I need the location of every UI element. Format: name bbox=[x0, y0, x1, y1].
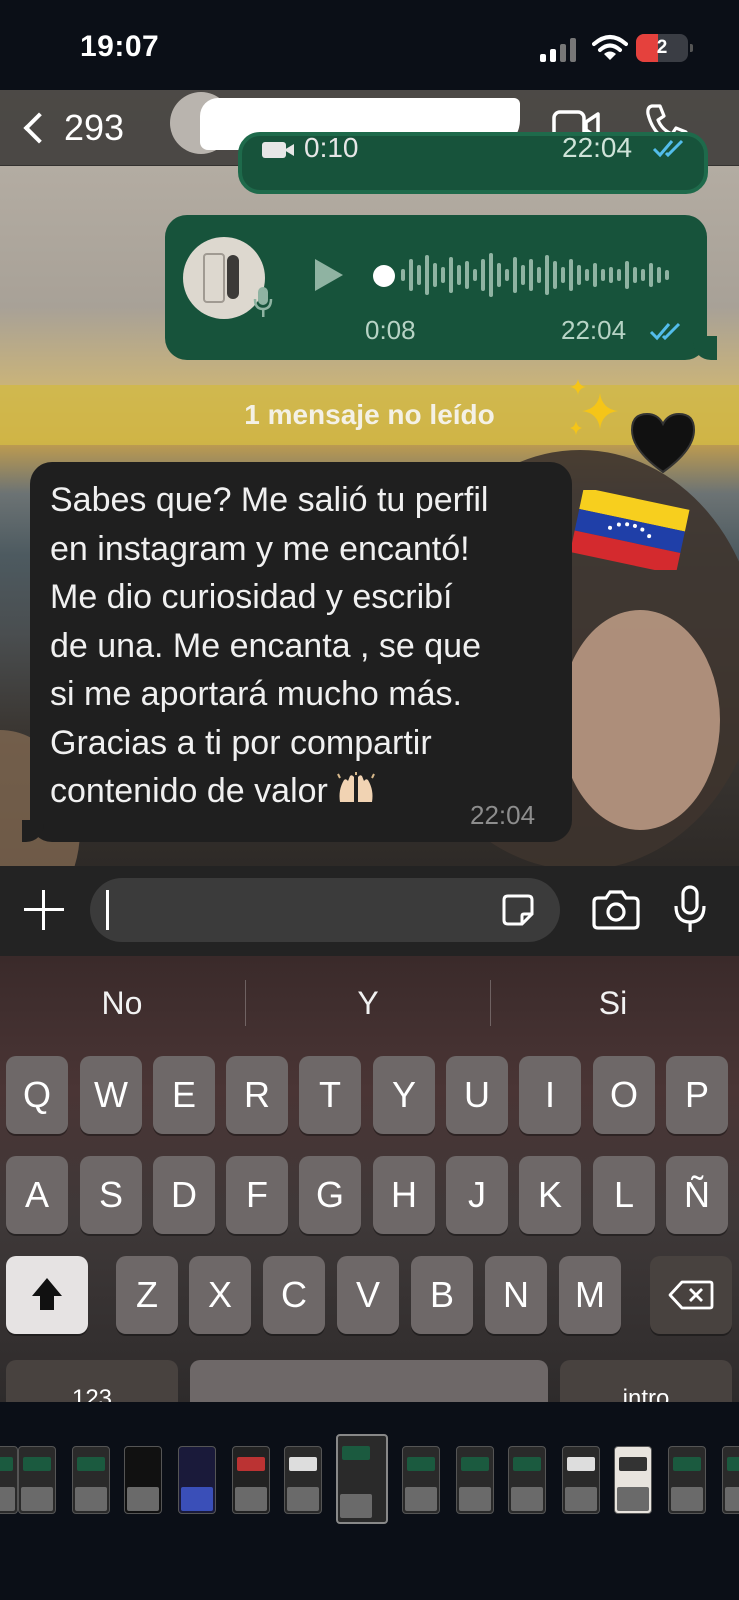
key[interactable]: L bbox=[593, 1156, 655, 1234]
venezuela-flag-icon bbox=[570, 490, 690, 570]
thumbnail[interactable] bbox=[0, 1446, 18, 1514]
shift-key[interactable] bbox=[6, 1256, 88, 1334]
key[interactable]: M bbox=[559, 1256, 621, 1334]
read-ticks-icon bbox=[649, 322, 681, 341]
playback-scrubber[interactable] bbox=[373, 265, 395, 287]
key[interactable]: H bbox=[373, 1156, 435, 1234]
suggestion-2[interactable]: Y bbox=[246, 956, 490, 1050]
status-time: 19:07 bbox=[80, 30, 160, 63]
key[interactable]: B bbox=[411, 1256, 473, 1334]
key[interactable]: Ñ bbox=[666, 1156, 728, 1234]
text-cursor bbox=[106, 890, 109, 930]
thumbnail[interactable] bbox=[284, 1446, 322, 1514]
chat-area[interactable]: 293 0:10 22:04 0:08 22:04 1 mensaje no l… bbox=[0, 90, 739, 866]
key[interactable]: J bbox=[446, 1156, 508, 1234]
status-bar: 19:07 2 bbox=[0, 0, 739, 90]
video-icon bbox=[262, 142, 286, 158]
key[interactable]: D bbox=[153, 1156, 215, 1234]
thumbnail[interactable] bbox=[72, 1446, 110, 1514]
message-time: 22:04 bbox=[470, 800, 536, 830]
incoming-message[interactable]: Sabes que? Me salió tu perfil en instagr… bbox=[22, 462, 572, 842]
thumbnail[interactable] bbox=[668, 1446, 706, 1514]
thumbnail[interactable] bbox=[562, 1446, 600, 1514]
key[interactable]: I bbox=[519, 1056, 581, 1134]
message-time: 22:04 bbox=[562, 132, 633, 163]
thumbnail[interactable] bbox=[402, 1446, 440, 1514]
thumbnail-selected[interactable] bbox=[336, 1434, 388, 1524]
thumbnail[interactable] bbox=[722, 1446, 739, 1514]
microphone-icon[interactable] bbox=[672, 884, 708, 934]
key[interactable]: A bbox=[6, 1156, 68, 1234]
key[interactable]: O bbox=[593, 1056, 655, 1134]
message-input[interactable] bbox=[90, 878, 560, 942]
raising-hands-icon bbox=[336, 772, 375, 802]
return-key[interactable]: intro bbox=[560, 1360, 732, 1402]
backspace-icon bbox=[668, 1280, 714, 1310]
key[interactable]: V bbox=[337, 1256, 399, 1334]
cellular-signal-icon bbox=[540, 38, 580, 62]
screenshot-thumbnail-strip[interactable] bbox=[0, 1402, 739, 1600]
voice-message[interactable]: 0:08 22:04 bbox=[165, 215, 717, 360]
key[interactable]: Q bbox=[6, 1056, 68, 1134]
message-time: 22:04 bbox=[561, 315, 627, 345]
key[interactable]: N bbox=[485, 1256, 547, 1334]
thumbnail[interactable] bbox=[508, 1446, 546, 1514]
sticker-icon[interactable] bbox=[500, 892, 536, 928]
chevron-left-icon bbox=[23, 112, 55, 144]
backspace-key[interactable] bbox=[650, 1256, 732, 1334]
battery-indicator: 2 bbox=[636, 34, 693, 62]
key[interactable]: T bbox=[299, 1056, 361, 1134]
keyboard: No Y Si Q W E R T Y U I O P A S D F G H … bbox=[0, 956, 739, 1402]
video-duration: 0:10 bbox=[304, 132, 359, 163]
key[interactable]: X bbox=[189, 1256, 251, 1334]
key[interactable]: U bbox=[446, 1056, 508, 1134]
audio-waveform[interactable] bbox=[401, 247, 669, 303]
read-ticks-icon bbox=[652, 139, 684, 158]
key[interactable]: K bbox=[519, 1156, 581, 1234]
message-text: Sabes que? Me salió tu perfil en instagr… bbox=[50, 476, 550, 816]
message-body: Sabes que? Me salió tu perfil en instagr… bbox=[50, 481, 489, 810]
voice-duration: 0:08 bbox=[365, 315, 416, 345]
video-message[interactable]: 0:10 22:04 bbox=[238, 132, 708, 194]
key[interactable]: P bbox=[666, 1056, 728, 1134]
sparkles-icon bbox=[570, 379, 618, 435]
battery-level: 2 bbox=[656, 37, 668, 58]
key[interactable]: Z bbox=[116, 1256, 178, 1334]
key[interactable]: R bbox=[226, 1056, 288, 1134]
black-heart-icon bbox=[630, 412, 696, 474]
wifi-icon bbox=[592, 35, 628, 60]
thumbnail[interactable] bbox=[456, 1446, 494, 1514]
numbers-key[interactable]: 123 bbox=[6, 1360, 178, 1402]
key[interactable]: F bbox=[226, 1156, 288, 1234]
plus-icon[interactable] bbox=[22, 888, 66, 932]
thumbnail[interactable] bbox=[124, 1446, 162, 1514]
shift-arrow-icon bbox=[32, 1278, 62, 1310]
key[interactable]: E bbox=[153, 1056, 215, 1134]
thumbnail[interactable] bbox=[232, 1446, 270, 1514]
microphone-icon bbox=[253, 287, 273, 317]
thumbnail[interactable] bbox=[178, 1446, 216, 1514]
key[interactable]: W bbox=[80, 1056, 142, 1134]
space-key[interactable] bbox=[190, 1360, 548, 1402]
key[interactable]: C bbox=[263, 1256, 325, 1334]
suggestion-3[interactable]: Si bbox=[491, 956, 735, 1050]
back-button[interactable]: 293 bbox=[18, 100, 148, 156]
message-input-bar bbox=[0, 866, 739, 956]
thumbnail[interactable] bbox=[18, 1446, 56, 1514]
suggestion-1[interactable]: No bbox=[0, 956, 244, 1050]
camera-icon[interactable] bbox=[592, 888, 640, 930]
unread-chats-count: 293 bbox=[64, 107, 125, 148]
thumbnail[interactable] bbox=[614, 1446, 652, 1514]
play-icon[interactable] bbox=[315, 259, 343, 291]
key[interactable]: Y bbox=[373, 1056, 435, 1134]
key[interactable]: G bbox=[299, 1156, 361, 1234]
key[interactable]: S bbox=[80, 1156, 142, 1234]
